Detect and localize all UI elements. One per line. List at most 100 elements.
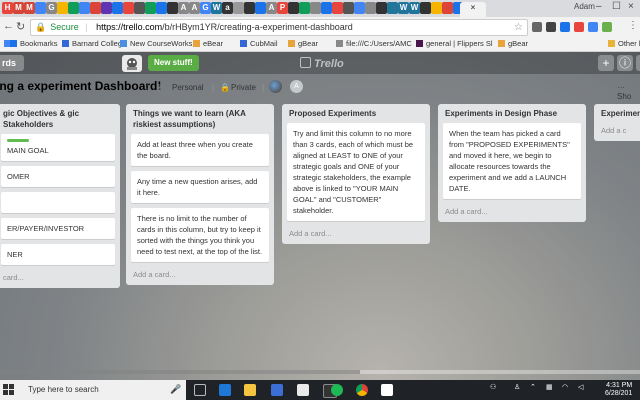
add-card-link[interactable]: card... (0, 270, 120, 288)
person-icon[interactable]: ♙ (514, 383, 520, 391)
volume-icon[interactable]: ◁ (578, 383, 583, 391)
browser-tab[interactable] (134, 2, 145, 14)
browser-tab[interactable]: W (211, 2, 222, 14)
new-stuff-button[interactable]: New stuff! (148, 55, 199, 71)
back-icon[interactable]: ← (3, 20, 14, 32)
browser-tab[interactable] (376, 2, 387, 14)
board-title[interactable]: ing a experiment Dashboard! (0, 79, 161, 93)
browser-tab[interactable] (387, 2, 398, 14)
list-card[interactable]: Any time a new question arises, add it h… (131, 171, 269, 203)
clock[interactable]: 4:31 PM 6/28/201 (605, 382, 632, 398)
browser-tab[interactable] (156, 2, 167, 14)
list-card[interactable]: OMER (1, 166, 115, 187)
browser-tab[interactable] (90, 2, 101, 14)
bookmark-item[interactable]: gBear (498, 39, 528, 48)
windows-start-icon[interactable] (3, 384, 14, 395)
bookmark-item[interactable]: Barnard College (62, 39, 126, 48)
bookmark-item[interactable]: eBear (193, 39, 223, 48)
bookmark-item[interactable]: Bookmarks (10, 39, 58, 48)
network-icon[interactable]: ▦ (546, 383, 553, 391)
browser-tab[interactable] (310, 2, 321, 14)
extension-icon[interactable] (560, 22, 570, 32)
address-bar[interactable]: 🔒 Secure | https://trello.com/b/rHBym1YR/… (30, 19, 528, 36)
list-title[interactable]: Experimen (594, 104, 640, 123)
maximize-icon[interactable]: ☐ (612, 1, 621, 12)
list-title[interactable]: Proposed Experiments (282, 104, 430, 123)
close-window-icon[interactable]: × (628, 1, 634, 12)
bookmark-item[interactable]: Other b (608, 39, 640, 48)
list-card[interactable] (1, 192, 115, 213)
browser-tab[interactable] (420, 2, 431, 14)
browser-tab[interactable] (255, 2, 266, 14)
extension-icon[interactable] (602, 22, 612, 32)
browser-tab[interactable] (167, 2, 178, 14)
url-text[interactable]: https://trello.com/b/rHBym1YR/creating-a… (96, 22, 353, 32)
task-view-icon[interactable] (194, 384, 206, 396)
menu-kebab-icon[interactable]: ⋮ (628, 20, 638, 31)
add-card-link[interactable]: Add a card... (438, 204, 586, 222)
browser-tab[interactable] (101, 2, 112, 14)
add-card-link[interactable]: Add a c (594, 123, 640, 141)
star-bookmark-icon[interactable]: ☆ (514, 20, 523, 35)
browser-tab[interactable]: A (189, 2, 200, 14)
mail-icon[interactable] (297, 384, 309, 396)
browser-tab[interactable] (123, 2, 134, 14)
list-card[interactable]: ER/PAYER/INVESTOR (1, 218, 115, 239)
boards-button[interactable]: rds (0, 55, 25, 71)
people-icon[interactable]: ⚇ (490, 383, 496, 391)
browser-tab[interactable]: A (266, 2, 277, 14)
trello-logo[interactable]: Trello (300, 57, 344, 70)
microphone-icon[interactable]: 🎤 (170, 384, 181, 395)
taskbar-search-box[interactable]: Type here to search 🎤 (0, 380, 186, 400)
extension-icon[interactable] (532, 22, 542, 32)
avatar[interactable] (269, 80, 282, 93)
taco-mascot-icon[interactable] (122, 55, 142, 72)
bookmark-item[interactable]: file:///C:/Users/AMC (336, 39, 412, 48)
browser-tab[interactable] (321, 2, 332, 14)
browser-tab[interactable]: a (222, 2, 233, 14)
bookmark-item[interactable]: CubMail (240, 39, 278, 48)
add-card-link[interactable]: Add a card... (126, 267, 274, 285)
browser-tab[interactable] (112, 2, 123, 14)
star-icon[interactable]: ☆ (144, 83, 151, 92)
browser-tab[interactable]: W (409, 2, 420, 14)
browser-tab[interactable] (35, 2, 46, 14)
browser-tab[interactable] (354, 2, 365, 14)
list-card[interactable]: There is no limit to the number of cards… (131, 208, 269, 262)
browser-tab[interactable]: G (46, 2, 57, 14)
add-member-icon[interactable]: A (290, 80, 303, 93)
browser-tab[interactable] (288, 2, 299, 14)
minimize-icon[interactable]: – (596, 1, 602, 12)
add-card-link[interactable]: Add a card... (282, 226, 430, 244)
list-card[interactable]: MAIN GOAL (1, 134, 115, 161)
info-icon[interactable]: ⓘ (617, 55, 633, 71)
extension-icon[interactable] (546, 22, 556, 32)
browser-tab[interactable] (343, 2, 354, 14)
browser-tab[interactable] (145, 2, 156, 14)
bookmark-item[interactable]: New CourseWorks (120, 39, 192, 48)
app-icon[interactable] (381, 384, 393, 396)
browser-tab[interactable]: M (24, 2, 35, 14)
extension-icon[interactable] (574, 22, 584, 32)
list-title[interactable]: Things we want to learn (AKA riskiest as… (126, 104, 274, 134)
horizontal-scrollbar[interactable] (0, 370, 640, 374)
add-icon[interactable]: + (598, 55, 614, 71)
list-card[interactable]: Add at least three when you create the b… (131, 134, 269, 166)
browser-tab[interactable] (57, 2, 68, 14)
browser-tab[interactable] (233, 2, 244, 14)
list-card[interactable]: NER (1, 244, 115, 265)
browser-tab[interactable] (431, 2, 442, 14)
list-title[interactable]: Experiments in Design Phase (438, 104, 586, 123)
active-tab[interactable]: × (460, 2, 486, 17)
wifi-icon[interactable]: ◠ (562, 383, 568, 391)
chrome-icon[interactable] (356, 384, 368, 396)
browser-tab[interactable]: G (200, 2, 211, 14)
bookmark-item[interactable]: gBear (288, 39, 318, 48)
scrollbar-thumb[interactable] (0, 370, 360, 374)
extension-icon[interactable] (588, 22, 598, 32)
browser-tab[interactable] (299, 2, 310, 14)
list-card[interactable]: When the team has picked a card from "PR… (443, 123, 581, 199)
browser-tab[interactable] (79, 2, 90, 14)
notifications-icon[interactable] (636, 55, 640, 71)
spotify-icon[interactable] (331, 384, 343, 396)
